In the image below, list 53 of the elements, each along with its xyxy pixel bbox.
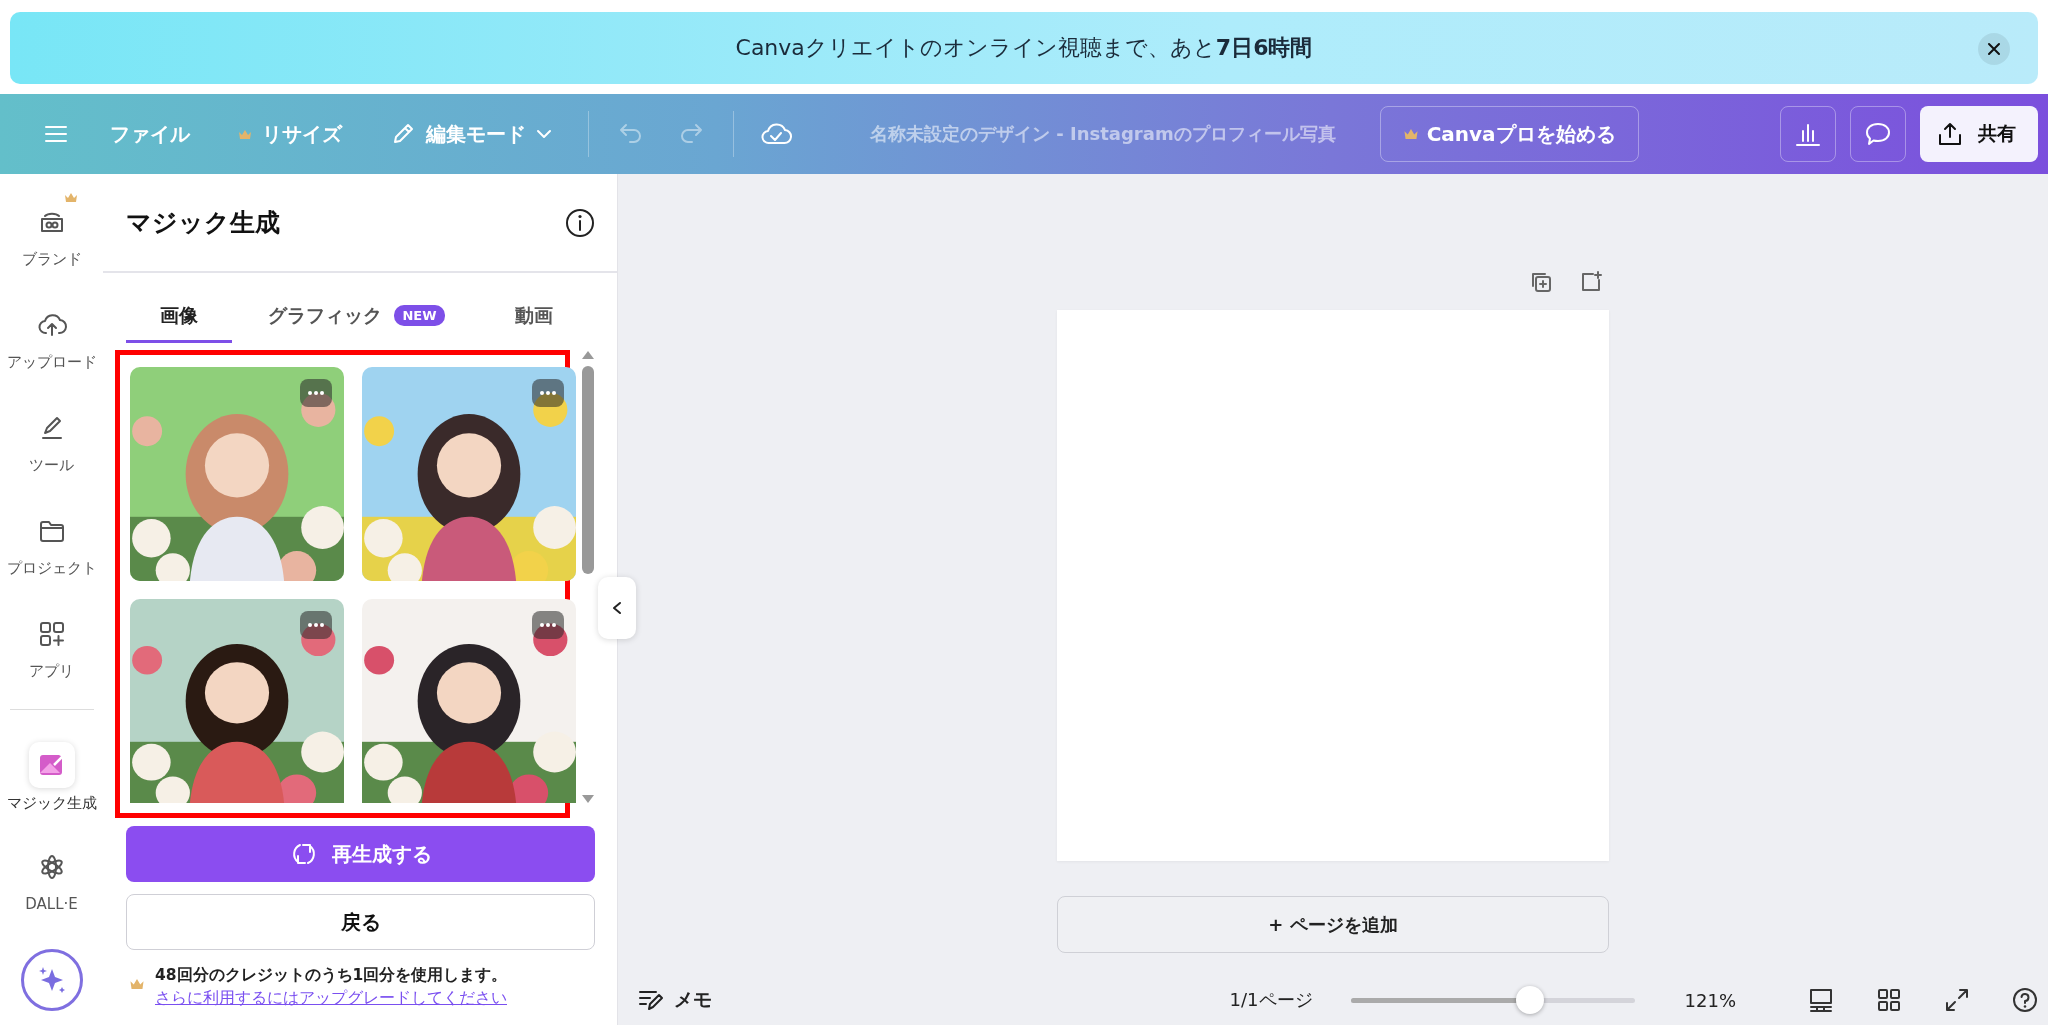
- upgrade-link[interactable]: さらに利用するにはアップグレードしてください: [155, 987, 507, 1010]
- tab[interactable]: 画像: [126, 291, 232, 343]
- tab[interactable]: 動画: [481, 291, 587, 343]
- more-icon[interactable]: [539, 622, 557, 628]
- regenerate-button[interactable]: 再生成する: [126, 826, 595, 882]
- back-button[interactable]: 戻る: [126, 894, 595, 950]
- pro-button[interactable]: Canvaプロを始める: [1379, 106, 1639, 162]
- more-button[interactable]: [300, 379, 332, 407]
- sidebar-item[interactable]: プロジェクト: [1, 499, 102, 602]
- sidebar-item[interactable]: アプリ: [1, 602, 102, 705]
- help-icon[interactable]: [2012, 987, 2038, 1013]
- tab[interactable]: グラフィック NEW: [234, 291, 479, 343]
- scroll-up-icon[interactable]: [581, 350, 595, 360]
- info-button[interactable]: [565, 207, 595, 238]
- scroll-down-icon[interactable]: [581, 794, 595, 804]
- crown-icon: [1402, 128, 1419, 140]
- sidebar-item[interactable]: アップロード: [1, 293, 102, 396]
- more-icon[interactable]: [539, 390, 557, 396]
- sidebar-item[interactable]: マジック生成: [1, 732, 102, 835]
- grid-view-icon[interactable]: [1876, 987, 1902, 1013]
- sidebar-item[interactable]: DALL·E: [1, 835, 102, 938]
- panel-title: マジック生成: [126, 207, 280, 239]
- add-page-button[interactable]: + ページを追加: [1057, 896, 1609, 953]
- more-button[interactable]: [532, 379, 564, 407]
- more-icon[interactable]: [307, 390, 325, 396]
- slider-thumb[interactable]: [1515, 986, 1544, 1014]
- close-button[interactable]: [1978, 33, 2010, 65]
- more-icon[interactable]: [307, 622, 325, 628]
- more-button[interactable]: [532, 611, 564, 639]
- sidebar-item[interactable]: ブランド: [1, 190, 102, 293]
- crown-icon: [129, 978, 145, 990]
- chevron-down-icon: [536, 129, 552, 139]
- share-button[interactable]: 共有: [1920, 106, 2038, 162]
- chevron-left-icon[interactable]: [612, 601, 622, 615]
- comment-icon[interactable]: [1864, 120, 1892, 148]
- credit-note: 48回分のクレジットのうち1回分を使用します。 さらに利用するにはアップグレードしてください: [155, 964, 508, 1010]
- fullscreen-icon[interactable]: [1944, 987, 1970, 1013]
- notes-button[interactable]: メモ: [638, 987, 712, 1013]
- more-button[interactable]: [300, 611, 332, 639]
- zoom-percentage[interactable]: 121%: [1684, 989, 1736, 1011]
- insights-button[interactable]: [1780, 106, 1836, 162]
- add-page-icon[interactable]: [1579, 270, 1603, 294]
- share-icon: [1936, 120, 1964, 148]
- close-icon[interactable]: [1987, 42, 2001, 56]
- duplicate-page-icon[interactable]: [1529, 270, 1553, 294]
- scrollbar[interactable]: [582, 366, 594, 574]
- page-counter[interactable]: 1/1ページ: [1229, 988, 1313, 1012]
- sidebar-item[interactable]: ツール: [1, 396, 102, 499]
- comment-button[interactable]: [1850, 106, 1906, 162]
- notes-icon: [638, 988, 664, 1012]
- new-badge: NEW: [394, 305, 445, 326]
- page-view-icon[interactable]: [1808, 987, 1834, 1013]
- cloud-check-icon[interactable]: [760, 121, 792, 147]
